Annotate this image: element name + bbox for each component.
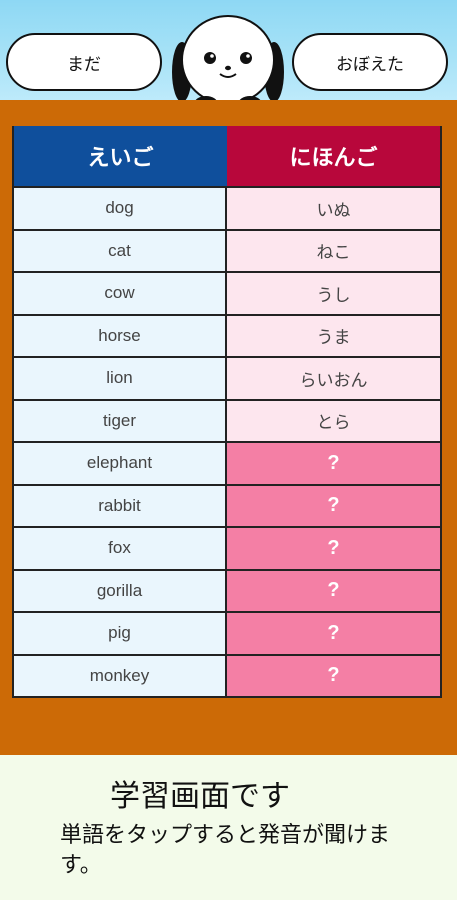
info-body: 単語をタップすると発音が聞けます。 bbox=[60, 823, 391, 878]
dog-mascot-icon bbox=[172, 15, 284, 112]
word-english-cell[interactable]: horse bbox=[14, 315, 227, 356]
word-english-cell[interactable]: cat bbox=[14, 230, 227, 271]
column-header-japanese: にほんご bbox=[227, 126, 440, 186]
table-row: lion らいおん bbox=[14, 356, 440, 399]
word-japanese-cell[interactable]: ? bbox=[227, 528, 440, 569]
table-row: fox? bbox=[14, 526, 440, 569]
info-title: 学習画面です bbox=[110, 779, 290, 814]
word-english-cell[interactable]: tiger bbox=[14, 400, 227, 441]
word-japanese-cell[interactable]: ? bbox=[227, 613, 440, 654]
word-japanese-cell[interactable]: ? bbox=[227, 485, 440, 526]
table-header: えいご にほんご bbox=[14, 126, 440, 186]
word-english-cell[interactable]: dog bbox=[14, 188, 227, 229]
table-row: gorilla? bbox=[14, 568, 440, 611]
table-row: rabbit? bbox=[14, 483, 440, 526]
word-table: えいご にほんご dog いぬ cat ねこ cow うし horse うま lion らいおん t… bbox=[12, 126, 442, 698]
table-row: horse うま bbox=[14, 313, 440, 356]
memorized-button[interactable]: おぼえた bbox=[292, 33, 448, 91]
table-body: dog いぬ cat ねこ cow うし horse うま lion らいおん tiger とら ele… bbox=[14, 186, 440, 696]
table-row: tiger とら bbox=[14, 398, 440, 441]
word-english-cell[interactable]: lion bbox=[14, 358, 227, 399]
table-row: pig? bbox=[14, 611, 440, 654]
table-row: monkey? bbox=[14, 653, 440, 696]
word-japanese-cell[interactable]: うし bbox=[227, 273, 440, 314]
table-row: dog いぬ bbox=[14, 186, 440, 229]
word-english-cell[interactable]: monkey bbox=[14, 655, 227, 696]
word-japanese-cell[interactable]: とら bbox=[227, 400, 440, 441]
table-row: elephant? bbox=[14, 441, 440, 484]
not-yet-button[interactable]: まだ bbox=[6, 33, 162, 91]
word-english-cell[interactable]: elephant bbox=[14, 443, 227, 484]
info-area: 学習画面です 単語をタップすると発音が聞けます。 bbox=[0, 755, 457, 900]
word-japanese-cell[interactable]: らいおん bbox=[227, 358, 440, 399]
word-japanese-cell[interactable]: ねこ bbox=[227, 230, 440, 271]
column-header-english: えいご bbox=[14, 126, 227, 186]
word-japanese-cell[interactable]: ? bbox=[227, 443, 440, 484]
table-row: cow うし bbox=[14, 271, 440, 314]
word-english-cell[interactable]: pig bbox=[14, 613, 227, 654]
word-japanese-cell[interactable]: うま bbox=[227, 315, 440, 356]
word-english-cell[interactable]: rabbit bbox=[14, 485, 227, 526]
word-english-cell[interactable]: cow bbox=[14, 273, 227, 314]
table-row: cat ねこ bbox=[14, 228, 440, 271]
word-japanese-cell[interactable]: ? bbox=[227, 570, 440, 611]
word-japanese-cell[interactable]: ? bbox=[227, 655, 440, 696]
word-english-cell[interactable]: gorilla bbox=[14, 570, 227, 611]
word-english-cell[interactable]: fox bbox=[14, 528, 227, 569]
word-japanese-cell[interactable]: いぬ bbox=[227, 188, 440, 229]
